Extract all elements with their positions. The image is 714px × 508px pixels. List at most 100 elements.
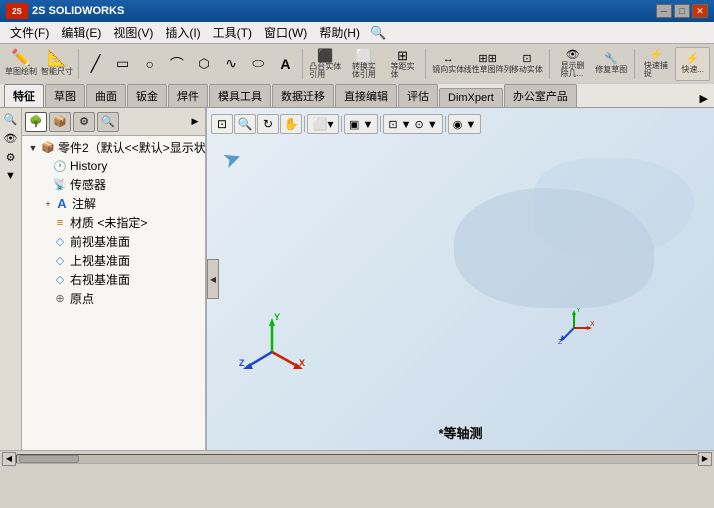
panel-tab-search[interactable]: 🔍 <box>97 112 119 132</box>
tab-direct[interactable]: 直接编辑 <box>335 84 397 107</box>
tree-item-history[interactable]: 🕐 History <box>22 157 205 175</box>
mirror-button[interactable]: ↔ 镜向实体 <box>430 47 467 81</box>
show-delete-button[interactable]: 👁 显示删除几... <box>554 47 591 81</box>
view-selector-button[interactable]: ⬜▾ <box>307 114 339 134</box>
menu-file[interactable]: 文件(F) <box>4 22 55 43</box>
boss-extrude-button[interactable]: ⬛ 凸台实体引用 <box>307 47 344 81</box>
tree-item-material[interactable]: ≡ 材质 <未指定> <box>22 213 205 232</box>
tab-surface[interactable]: 曲面 <box>86 84 126 107</box>
menu-view[interactable]: 视图(V) <box>107 22 159 43</box>
menu-window[interactable]: 窗口(W) <box>258 22 313 43</box>
panel-tab-more-icon[interactable]: ▶ <box>188 115 202 129</box>
origin-icon: ⊕ <box>52 291 68 307</box>
menu-help[interactable]: 帮助(H) <box>313 22 366 43</box>
annotation-expand-icon[interactable]: + <box>42 197 54 211</box>
separator3 <box>425 49 426 79</box>
st-filter-button[interactable]: ▼ <box>2 167 20 185</box>
vp-sep2 <box>341 116 342 132</box>
search-icon[interactable]: 🔍 <box>370 25 386 41</box>
tab-sheetmetal[interactable]: 钣金 <box>127 84 167 107</box>
tree-item-front-plane[interactable]: ◇ 前视基准面 <box>22 232 205 251</box>
polygon-button[interactable]: ⬡ <box>191 51 216 77</box>
separator2 <box>302 49 303 79</box>
bottom-scrollbar[interactable]: ◀ ▶ <box>0 450 714 466</box>
equal-button[interactable]: ⊞ 等距实体 <box>384 47 421 81</box>
close-button[interactable]: ✕ <box>692 4 708 18</box>
tab-feature[interactable]: 特征 <box>4 84 44 107</box>
sketch-draw-icon: ✏️ <box>11 51 31 67</box>
tree-item-right-plane[interactable]: ◇ 右视基准面 <box>22 270 205 289</box>
tab-sketch[interactable]: 草图 <box>45 84 85 107</box>
collapse-panel-button[interactable]: ◀ <box>207 259 219 299</box>
st-view-button[interactable]: 👁 <box>2 129 20 147</box>
tab-mold[interactable]: 模具工具 <box>209 84 271 107</box>
smart-dim-button[interactable]: 📐 智能尺寸 <box>40 47 74 81</box>
panel-tab-tree[interactable]: 🌳 <box>25 112 47 132</box>
maximize-button[interactable]: □ <box>674 4 690 18</box>
scroll-right-button[interactable]: ▶ <box>698 452 712 466</box>
tree-item-origin[interactable]: ⊕ 原点 <box>22 289 205 308</box>
right-plane-icon: ◇ <box>52 272 68 288</box>
tab-office[interactable]: 办公室产品 <box>504 84 577 107</box>
scroll-track[interactable] <box>16 454 698 464</box>
tree-item-annotation[interactable]: + A 注解 <box>22 194 205 213</box>
viewport[interactable]: ⊡ 🔍 ↻ ✋ ⬜▾ ▣ ▼ ⊡ ▼ ⊙ ▼ ◉ ▼ ➤ <box>207 108 714 450</box>
menu-tools[interactable]: 工具(T) <box>207 22 258 43</box>
st-search-button[interactable]: 🔍 <box>2 110 20 128</box>
root-part-icon: 📦 <box>40 140 56 156</box>
sketch-draw-button[interactable]: ✏️ 草图绘制 <box>4 47 38 81</box>
svg-text:Y: Y <box>576 308 581 314</box>
material-expand <box>42 216 52 230</box>
tree-root-item[interactable]: ▼ 📦 零件2（默认<<默认>显示状态 <box>22 138 205 157</box>
viewport-shape2 <box>534 158 694 258</box>
quick-snap-button[interactable]: ⚡ 快速捕捉 <box>639 47 674 81</box>
quick-snap-icon: ⚡ <box>649 50 663 61</box>
pattern-button[interactable]: ⊞⊞ 线性草图阵列 <box>469 47 507 81</box>
circle-button[interactable]: ○ <box>137 51 162 77</box>
tab-dimxpert[interactable]: DimXpert <box>439 88 503 107</box>
svg-text:Z: Z <box>239 358 245 368</box>
sketch-draw-label: 草图绘制 <box>5 68 37 76</box>
move-button[interactable]: ⊡ 移动实体 <box>509 47 546 81</box>
line-button[interactable]: ╱ <box>83 51 108 77</box>
appearance-dropdown[interactable]: ◉ ▼ <box>448 114 482 134</box>
spline-button[interactable]: ∿ <box>219 51 244 77</box>
tree-item-sensor[interactable]: 📡 传感器 <box>22 175 205 194</box>
display-mode-dropdown[interactable]: ▣ ▼ <box>344 114 378 134</box>
st-config-button[interactable]: ⚙ <box>2 148 20 166</box>
repair-sketch-button[interactable]: 🔧 修复草图 <box>593 47 630 81</box>
section-dropdown[interactable]: ⊡ ▼ ⊙ ▼ <box>383 114 442 134</box>
pan-button[interactable]: ✋ <box>280 114 302 134</box>
rect-button[interactable]: ▭ <box>110 51 135 77</box>
root-expand-icon[interactable]: ▼ <box>26 141 40 155</box>
cut-extrude-label: 转换实体引用 <box>352 63 376 79</box>
minimize-button[interactable]: ─ <box>656 4 672 18</box>
toolbar-row1: ✏️ 草图绘制 📐 智能尺寸 ╱ ▭ ○ ⌒ ⬡ ∿ ⬭ A ⬛ 凸台实体引用 … <box>0 44 714 84</box>
feature-tabs: 特征 草图 曲面 钣金 焊件 模具工具 数据迁移 直接编辑 评估 DimXper… <box>0 84 714 108</box>
zoom-in-button[interactable]: 🔍 <box>234 114 256 134</box>
vp-sep4 <box>445 116 446 132</box>
scroll-left-button[interactable]: ◀ <box>2 452 16 466</box>
tab-evaluate[interactable]: 评估 <box>398 84 438 107</box>
tab-overflow-icon[interactable]: ▶ <box>698 90 710 107</box>
arc-button[interactable]: ⌒ <box>164 51 189 77</box>
panel-tab-property[interactable]: 📦 <box>49 112 71 132</box>
panel-tab-config[interactable]: ⚙ <box>73 112 95 132</box>
pattern-icon: ⊞⊞ <box>478 54 496 65</box>
cut-extrude-button[interactable]: ⬜ 转换实体引用 <box>346 47 383 81</box>
ellipse-button[interactable]: ⬭ <box>246 51 271 77</box>
menu-edit[interactable]: 编辑(E) <box>55 22 107 43</box>
tab-migrate[interactable]: 数据迁移 <box>272 84 334 107</box>
repair-sketch-label: 修复草图 <box>595 66 627 74</box>
tab-weldment[interactable]: 焊件 <box>168 84 208 107</box>
scroll-thumb[interactable] <box>19 455 79 463</box>
viewport-toolbar: ⊡ 🔍 ↻ ✋ ⬜▾ ▣ ▼ ⊡ ▼ ⊙ ▼ ◉ ▼ <box>211 112 710 136</box>
feature-panel: 🌳 📦 ⚙ 🔍 ▶ ▼ 📦 零件2（默认<<默认>显示状态 🕐 History <box>22 108 207 450</box>
menubar: 文件(F) 编辑(E) 视图(V) 插入(I) 工具(T) 窗口(W) 帮助(H… <box>0 22 714 44</box>
menu-insert[interactable]: 插入(I) <box>159 22 206 43</box>
text-button[interactable]: A <box>273 51 298 77</box>
rotate-button[interactable]: ↻ <box>257 114 279 134</box>
zoom-to-fit-button[interactable]: ⊡ <box>211 114 233 134</box>
tree-item-top-plane[interactable]: ◇ 上视基准面 <box>22 251 205 270</box>
quick-btn2[interactable]: ⚡ 快速... <box>675 47 710 81</box>
